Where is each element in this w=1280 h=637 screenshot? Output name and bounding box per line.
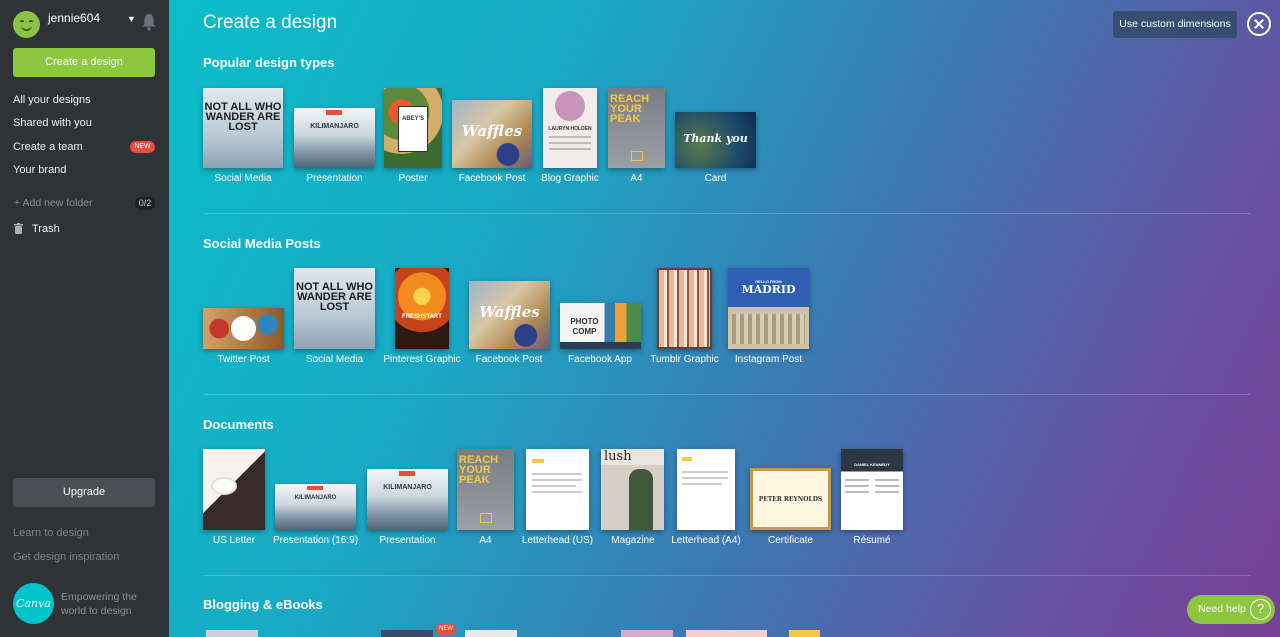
bell-icon[interactable]	[141, 13, 157, 31]
sidebar-item-all-designs[interactable]: All your designs	[13, 94, 91, 106]
design-tile-partial[interactable]	[206, 630, 258, 637]
tile-label: US Letter	[212, 535, 256, 546]
thumbnail: HELLO FROM MADRID	[728, 268, 809, 349]
thumbnail: NOT ALL WHO WANDER ARE LOST	[294, 268, 375, 349]
trash-icon	[14, 223, 23, 234]
chevron-down-icon[interactable]: ▼	[127, 14, 136, 24]
tile-label: Tumblr Graphic	[650, 354, 719, 365]
thumbnail: Thank you	[675, 112, 756, 168]
thumbnail: PHOTO COMP	[560, 303, 641, 349]
tile-label: Social Media	[305, 354, 364, 365]
thumbnail: REACH YOUR PEAK	[457, 449, 514, 530]
divider	[203, 394, 1250, 395]
avatar	[13, 11, 40, 38]
tile-label: Presentation (16:9)	[272, 535, 359, 546]
design-tile-partial[interactable]	[789, 630, 820, 637]
thumbnail: KILIMANJARO	[275, 484, 356, 530]
thumbnail: LAURYN HOLDEN	[543, 88, 597, 168]
username: jennie604	[48, 11, 101, 25]
tile-label: Facebook Post	[475, 354, 543, 365]
sidebar-item-trash[interactable]: Trash	[32, 223, 60, 235]
divider	[203, 575, 1250, 576]
thumbnail: lush	[601, 449, 664, 530]
tile-label: Facebook Post	[458, 173, 526, 184]
thumbnail: KILIMANJARO	[294, 108, 375, 168]
main-panel: Create a design Use custom dimensions Po…	[169, 0, 1280, 637]
tagline: Empowering the world to design	[61, 591, 137, 617]
learn-link[interactable]: Learn to design	[13, 527, 89, 539]
upgrade-button[interactable]: Upgrade	[13, 478, 155, 507]
sidebar-item-create-team[interactable]: Create a team	[13, 141, 83, 153]
question-icon: ?	[1250, 599, 1271, 620]
canva-logo[interactable]: Canva	[13, 583, 54, 624]
need-help-label: Need help	[1198, 603, 1246, 615]
close-icon[interactable]	[1247, 12, 1271, 36]
thumbnail: Waffles	[469, 281, 550, 349]
sidebar: jennie604 ▼ Create a design All your des…	[0, 0, 169, 637]
tile-label: Magazine	[611, 535, 655, 546]
tile-label: Instagram Post	[734, 354, 803, 365]
divider	[203, 213, 1250, 214]
new-badge: NEW	[130, 141, 155, 153]
design-tile-partial[interactable]	[381, 630, 433, 637]
folder-count-badge: 0/2	[135, 197, 155, 210]
inspiration-link[interactable]: Get design inspiration	[13, 551, 119, 563]
tile-label: Twitter Post	[217, 354, 270, 365]
thumbnail	[526, 449, 589, 530]
thumbnail	[677, 449, 735, 530]
section-title: Social Media Posts	[203, 236, 321, 251]
section-title: Blogging & eBooks	[203, 597, 323, 612]
tile-label: Letterhead (A4)	[671, 535, 741, 546]
thumbnail: ABEY'S	[384, 88, 442, 168]
sidebar-item-brand[interactable]: Your brand	[13, 164, 66, 176]
tile-label: Card	[704, 173, 727, 184]
thumbnail: KILIMANJARO	[367, 469, 448, 530]
thumbnail: PETER REYNOLDS	[750, 468, 831, 530]
section-title: Popular design types	[203, 55, 335, 70]
thumbnail	[657, 268, 712, 349]
tile-label: Blog Graphic	[541, 173, 599, 184]
thumbnail: FRESHSTART	[395, 268, 449, 349]
section-title: Documents	[203, 417, 274, 432]
thumbnail	[203, 308, 284, 349]
thumbnail: NOT ALL WHO WANDER ARE LOST	[203, 88, 283, 168]
create-design-button[interactable]: Create a design	[13, 48, 155, 77]
tile-label: Letterhead (US)	[521, 535, 594, 546]
tile-label: A4	[630, 173, 643, 184]
thumbnail	[203, 449, 265, 530]
add-folder-link[interactable]: + Add new folder	[14, 197, 93, 209]
thumbnail: Waffles	[452, 100, 532, 168]
design-tile-partial[interactable]	[621, 630, 673, 637]
tile-label: Pinterest Graphic	[383, 354, 461, 365]
design-tile-partial[interactable]	[465, 630, 517, 637]
tile-label: Social Media	[214, 173, 272, 184]
custom-dimensions-button[interactable]: Use custom dimensions	[1113, 11, 1237, 38]
tile-label: Poster	[398, 173, 428, 184]
user-menu[interactable]: jennie604 ▼	[13, 11, 158, 39]
thumbnail: REACH YOUR PEAK	[608, 88, 665, 168]
new-badge: NEW	[436, 624, 456, 635]
tile-label: Facebook App	[568, 354, 632, 365]
tile-label: Presentation	[379, 535, 436, 546]
page-title: Create a design	[203, 12, 338, 33]
tile-label: A4	[479, 535, 492, 546]
tile-label: Résumé	[853, 535, 891, 546]
thumbnail: DANIEL KENNEDY	[841, 449, 903, 530]
tile-label: Presentation	[306, 173, 363, 184]
sidebar-item-shared[interactable]: Shared with you	[13, 117, 92, 129]
need-help-button[interactable]: Need help ?	[1187, 595, 1275, 624]
tile-label: Certificate	[767, 535, 813, 546]
design-tile-partial[interactable]	[686, 630, 767, 637]
